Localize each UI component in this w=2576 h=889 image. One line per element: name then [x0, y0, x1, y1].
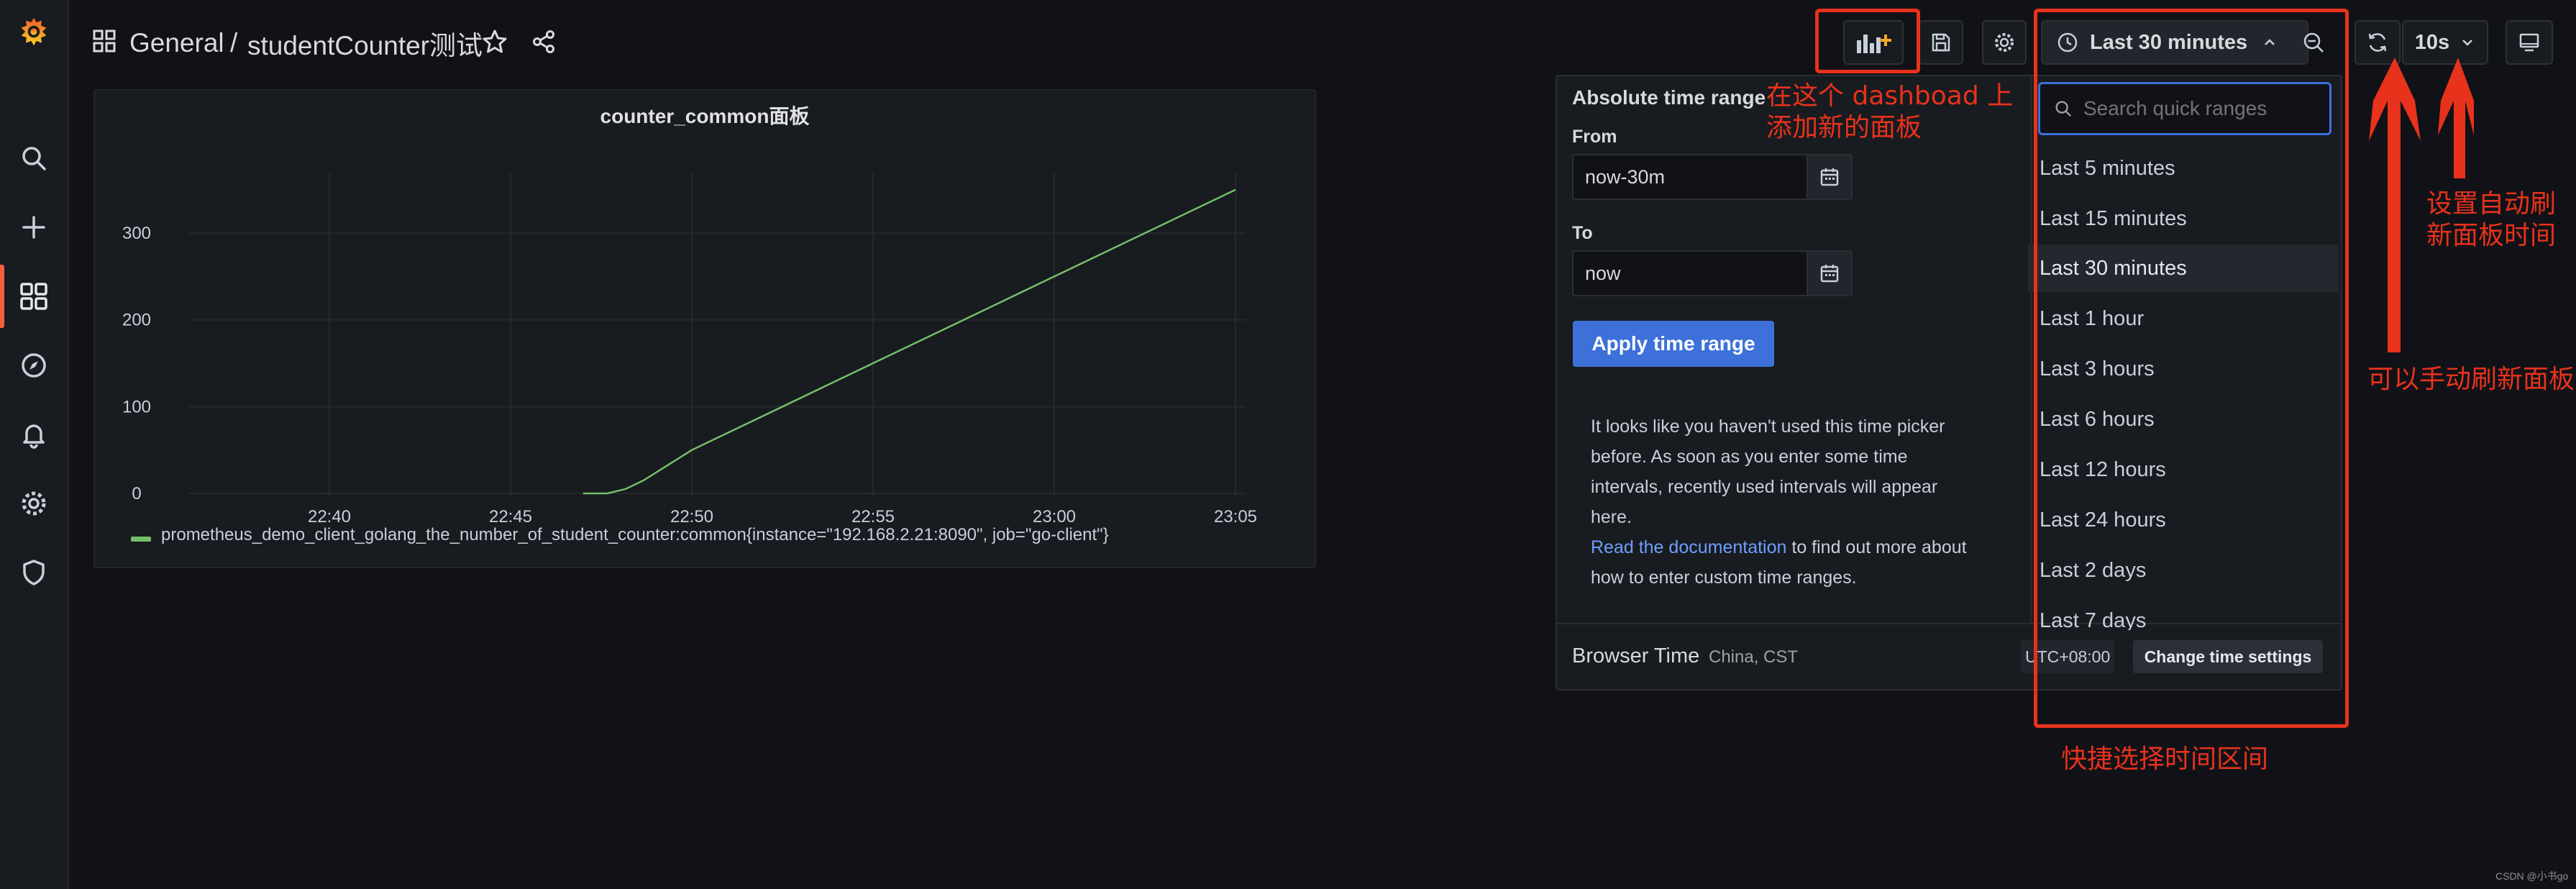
server-admin-shield-icon[interactable]: [18, 557, 50, 588]
to-calendar-button[interactable]: [1807, 250, 1853, 296]
series-line[interactable]: [583, 188, 1236, 495]
configuration-gear-icon[interactable]: [18, 488, 50, 519]
from-label: From: [1572, 127, 1617, 147]
from-input[interactable]: now-30m: [1572, 154, 1809, 200]
annotation-box-quick-ranges: [2034, 9, 2349, 728]
sidebar-active-indicator: [0, 265, 4, 328]
calendar-icon: [1820, 265, 1839, 283]
x-tick-label: 22:45: [489, 507, 532, 526]
x-tick-label: 22:40: [308, 507, 351, 526]
dashboard-grid-icon: [92, 29, 117, 57]
calendar-icon: [1820, 168, 1839, 186]
settings-gear-icon: [1995, 33, 2014, 52]
breadcrumb-folder[interactable]: General: [129, 23, 224, 63]
legend-swatch: [131, 537, 151, 542]
annotation-manual-refresh: 可以手动刷新面板: [2367, 365, 2575, 394]
info-text: It looks like you haven't used this time…: [1591, 416, 1945, 527]
time-picker-info: It looks like you haven't used this time…: [1591, 411, 1979, 593]
y-tick-label: 200: [122, 311, 151, 330]
graph-panel[interactable]: counter_common面板 0 100 200 300 22:40 22:45 22:…: [93, 89, 1316, 568]
x-tick-label: 22:50: [670, 507, 713, 526]
explore-compass-icon[interactable]: [18, 350, 50, 381]
x-tick-label: 23:05: [1214, 507, 1257, 526]
create-plus-icon[interactable]: [18, 211, 50, 243]
chevron-down-icon: [2462, 40, 2473, 46]
x-tick-label: 23:00: [1033, 507, 1076, 526]
star-icon[interactable]: [482, 29, 508, 58]
breadcrumb-dashboard[interactable]: studentCounter测试: [247, 23, 483, 63]
save-icon: [1932, 33, 1950, 52]
annotation-add-panel-line2: 添加新的面板: [1766, 113, 1922, 142]
tv-mode-button[interactable]: [2506, 20, 2553, 65]
from-calendar-button[interactable]: [1807, 154, 1853, 200]
refresh-icon: [2368, 33, 2387, 52]
save-dashboard-button[interactable]: [1919, 20, 1963, 65]
dashboard-settings-button[interactable]: [1982, 20, 2027, 65]
absolute-time-range-title: Absolute time range: [1572, 86, 1766, 109]
to-label: To: [1572, 223, 1593, 243]
annotation-quick-select: 快捷选择时间区间: [2061, 744, 2269, 774]
annotation-add-panel-line1: 在这个 dashboad 上: [1766, 81, 2014, 111]
annotation-box-add-panel: [1815, 9, 1920, 73]
breadcrumb-separator: /: [230, 28, 238, 58]
y-tick-label: 300: [122, 224, 151, 243]
monitor-icon: [2519, 33, 2539, 52]
grafana-logo-icon[interactable]: [18, 16, 50, 47]
alerting-bell-icon[interactable]: [18, 419, 50, 450]
y-tick-label: 100: [122, 397, 151, 416]
timezone-label: China, CST: [1709, 647, 1799, 667]
apply-time-range-button[interactable]: Apply time range: [1573, 321, 1774, 367]
search-icon[interactable]: [18, 142, 50, 174]
sidebar: [0, 0, 69, 889]
chart-canvas: 0 100 200 300 22:40 22:45 22:50 22:55 23:00 23:05: [122, 173, 1257, 526]
watermark: CSDN @小书go: [2495, 870, 2569, 882]
annotation-arrows: [2369, 58, 2474, 352]
y-tick-label: 0: [132, 484, 141, 503]
refresh-interval-value: 10s: [2414, 30, 2450, 54]
x-tick-label: 22:55: [851, 507, 895, 526]
legend-label[interactable]: prometheus_demo_client_golang_the_number…: [161, 525, 1109, 545]
share-icon[interactable]: [531, 29, 557, 58]
documentation-link[interactable]: Read the documentation: [1591, 537, 1786, 557]
browser-time-label: Browser Time: [1572, 644, 1700, 667]
to-input[interactable]: now: [1572, 250, 1809, 296]
dashboards-icon[interactable]: [18, 281, 50, 312]
